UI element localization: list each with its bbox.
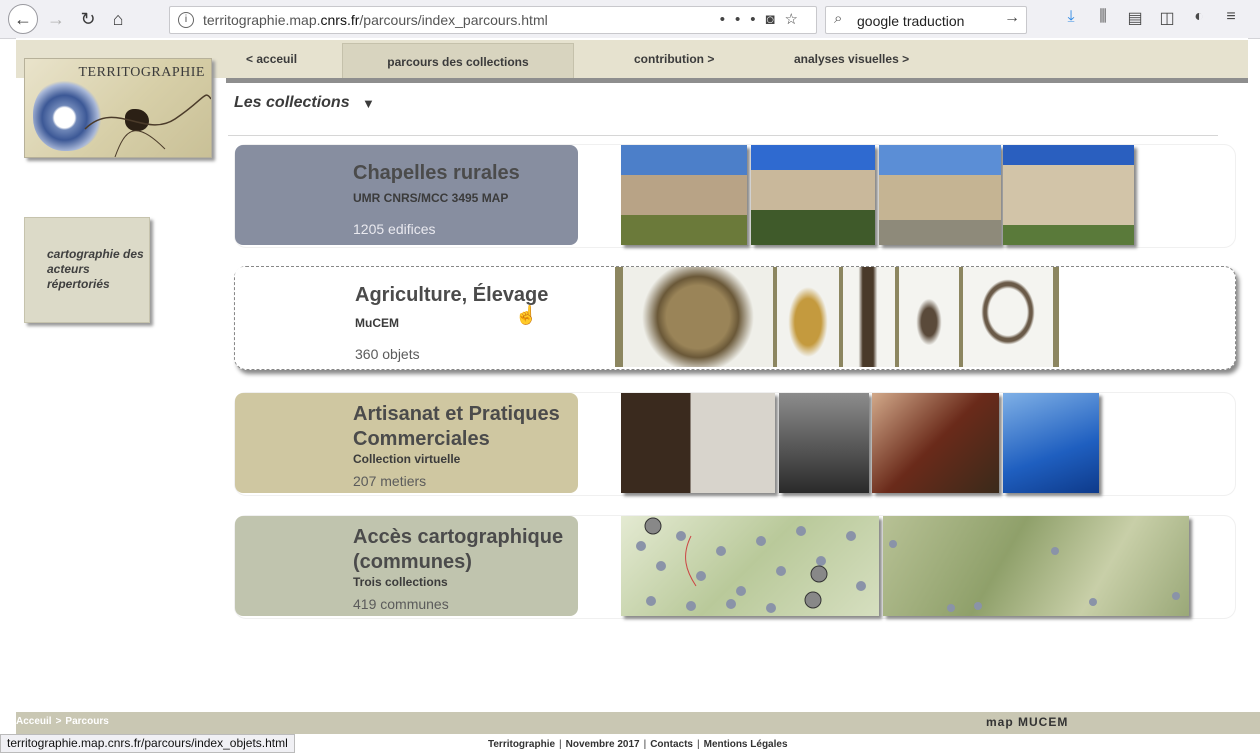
collection-card[interactable]: Accès cartographique (communes) Trois co… [235, 516, 578, 616]
craft-image[interactable] [872, 393, 999, 493]
collection-subtitle: UMR CNRS/MCC 3495 MAP [353, 191, 509, 205]
home-icon[interactable]: ⌂ [104, 5, 132, 33]
craft-image[interactable] [1003, 393, 1099, 493]
collection-count: 360 objets [355, 346, 420, 362]
collections-title: Les collections [234, 94, 350, 111]
bookmark-star-icon[interactable]: ☆ [785, 11, 808, 28]
download-icon[interactable]: ⤓ [1062, 8, 1080, 28]
collection-subtitle: Collection virtuelle [353, 452, 461, 466]
hand-cursor-icon: ☝ [515, 305, 538, 325]
collection-title: Agriculture, Élevage [355, 284, 549, 306]
site-page: < acceuil parcours des collections contr… [16, 38, 1260, 734]
nav-contribution[interactable]: contribution > [634, 52, 714, 66]
logo-title: TERRITOGRAPHIE [78, 65, 205, 80]
actors-map-button[interactable]: cartographie des acteurs répertoriés [24, 217, 150, 323]
chevron-right-icon: > [55, 716, 62, 727]
collection-row-agriculture[interactable]: Agriculture, Élevage MuCEM 360 objets ☝ [234, 266, 1236, 370]
reload-icon[interactable]: ↻ [74, 5, 102, 33]
search-input[interactable]: google traduction [857, 13, 964, 29]
forward-icon[interactable]: → [42, 5, 70, 33]
url-actions: •••◙☆ [720, 10, 808, 28]
collection-card[interactable]: Agriculture, Élevage MuCEM 360 objets ☝ [235, 267, 578, 367]
object-image[interactable] [963, 267, 1053, 367]
footer-legal[interactable]: Mentions Légales [704, 739, 788, 750]
back-icon[interactable]: ← [8, 4, 38, 34]
footer-links: Territographie | Novembre 2017 | Contacts | Me… [488, 739, 788, 750]
collection-row-artisanat[interactable]: Artisanat et Pratiques Commerciales Coll… [234, 392, 1236, 496]
actors-map-label: cartographie des acteurs répertoriés [47, 247, 144, 291]
site-logo[interactable]: TERRITOGRAPHIE [24, 58, 212, 158]
nav-accueil[interactable]: < acceuil [246, 52, 297, 66]
search-box[interactable]: ⌕ google traduction → [825, 6, 1027, 34]
collection-card[interactable]: Chapelles rurales UMR CNRS/MCC 3495 MAP … [235, 145, 578, 245]
collection-count: 1205 edifices [353, 221, 436, 237]
nav-parcours[interactable]: parcours des collections [342, 43, 574, 81]
browser-toolbar: ← → ↻ ⌂ i territographie.map.cnrs.fr/par… [0, 0, 1260, 39]
page-actions-icon[interactable]: ••• [720, 11, 766, 28]
toolbar-icons: ⤓ ⫼ ▤ ◫ ◐ ≡ [1062, 8, 1240, 28]
chapel-image[interactable] [751, 145, 875, 245]
chapel-image[interactable] [621, 145, 747, 245]
collection-row-cartographie[interactable]: Accès cartographique (communes) Trois co… [234, 515, 1236, 619]
object-image[interactable] [843, 267, 895, 367]
divider [228, 135, 1218, 136]
collection-subtitle: MuCEM [355, 316, 399, 330]
footer-contacts[interactable]: Contacts [650, 739, 693, 750]
collection-card[interactable]: Artisanat et Pratiques Commerciales Coll… [235, 393, 578, 493]
footer-date: Novembre 2017 [565, 739, 640, 750]
menu-icon[interactable]: ≡ [1222, 8, 1240, 28]
collection-row-chapelles[interactable]: Chapelles rurales UMR CNRS/MCC 3495 MAP … [234, 144, 1236, 248]
library-icon[interactable]: ⫼ [1094, 8, 1112, 28]
collection-title: Artisanat et Pratiques Commerciales [353, 403, 560, 450]
breadcrumb: Acceuil > Parcours [16, 716, 109, 727]
partner-logos[interactable]: map MUCEM [986, 715, 1068, 729]
footer-site[interactable]: Territographie [488, 739, 555, 750]
pocket-icon[interactable]: ◙ [765, 11, 784, 28]
collection-thumbnails [615, 267, 1059, 367]
terrain-map-image[interactable] [883, 516, 1189, 616]
nav-analyses[interactable]: analyses visuelles > [794, 52, 909, 66]
info-icon[interactable]: i [178, 12, 194, 28]
terrain-markers [889, 540, 1180, 612]
map-image[interactable] [621, 516, 879, 616]
breadcrumb-home[interactable]: Acceuil [16, 716, 52, 727]
url-text[interactable]: territographie.map.cnrs.fr/parcours/inde… [203, 12, 548, 28]
object-image[interactable] [623, 267, 773, 367]
collection-subtitle: Trois collections [353, 575, 448, 589]
collection-count: 207 metiers [353, 473, 427, 489]
triangle-down-icon[interactable]: ▼ [362, 96, 375, 111]
breadcrumb-current[interactable]: Parcours [65, 716, 108, 727]
chapel-image[interactable] [1003, 145, 1134, 245]
object-image[interactable] [899, 267, 959, 367]
object-image[interactable] [777, 267, 839, 367]
map-markers [636, 517, 866, 613]
craft-image[interactable] [779, 393, 869, 493]
status-bar-url: territographie.map.cnrs.fr/parcours/inde… [0, 734, 295, 753]
craft-image[interactable] [621, 393, 775, 493]
footer-bar [16, 712, 1260, 734]
collection-title: Accès cartographique (communes) [353, 526, 564, 573]
chapel-image[interactable] [879, 145, 1001, 245]
search-icon: ⌕ [834, 10, 843, 27]
reader-icon[interactable]: ▤ [1126, 8, 1144, 28]
nav-shadow [226, 78, 1248, 83]
sync-icon[interactable]: ◐ [1190, 8, 1208, 28]
url-bar[interactable]: i territographie.map.cnrs.fr/parcours/in… [169, 6, 817, 34]
collection-count: 419 communes [353, 596, 449, 612]
sidebar-icon[interactable]: ◫ [1158, 8, 1176, 28]
search-go-icon[interactable]: → [1004, 9, 1020, 27]
collection-title: Chapelles rurales [353, 162, 520, 184]
